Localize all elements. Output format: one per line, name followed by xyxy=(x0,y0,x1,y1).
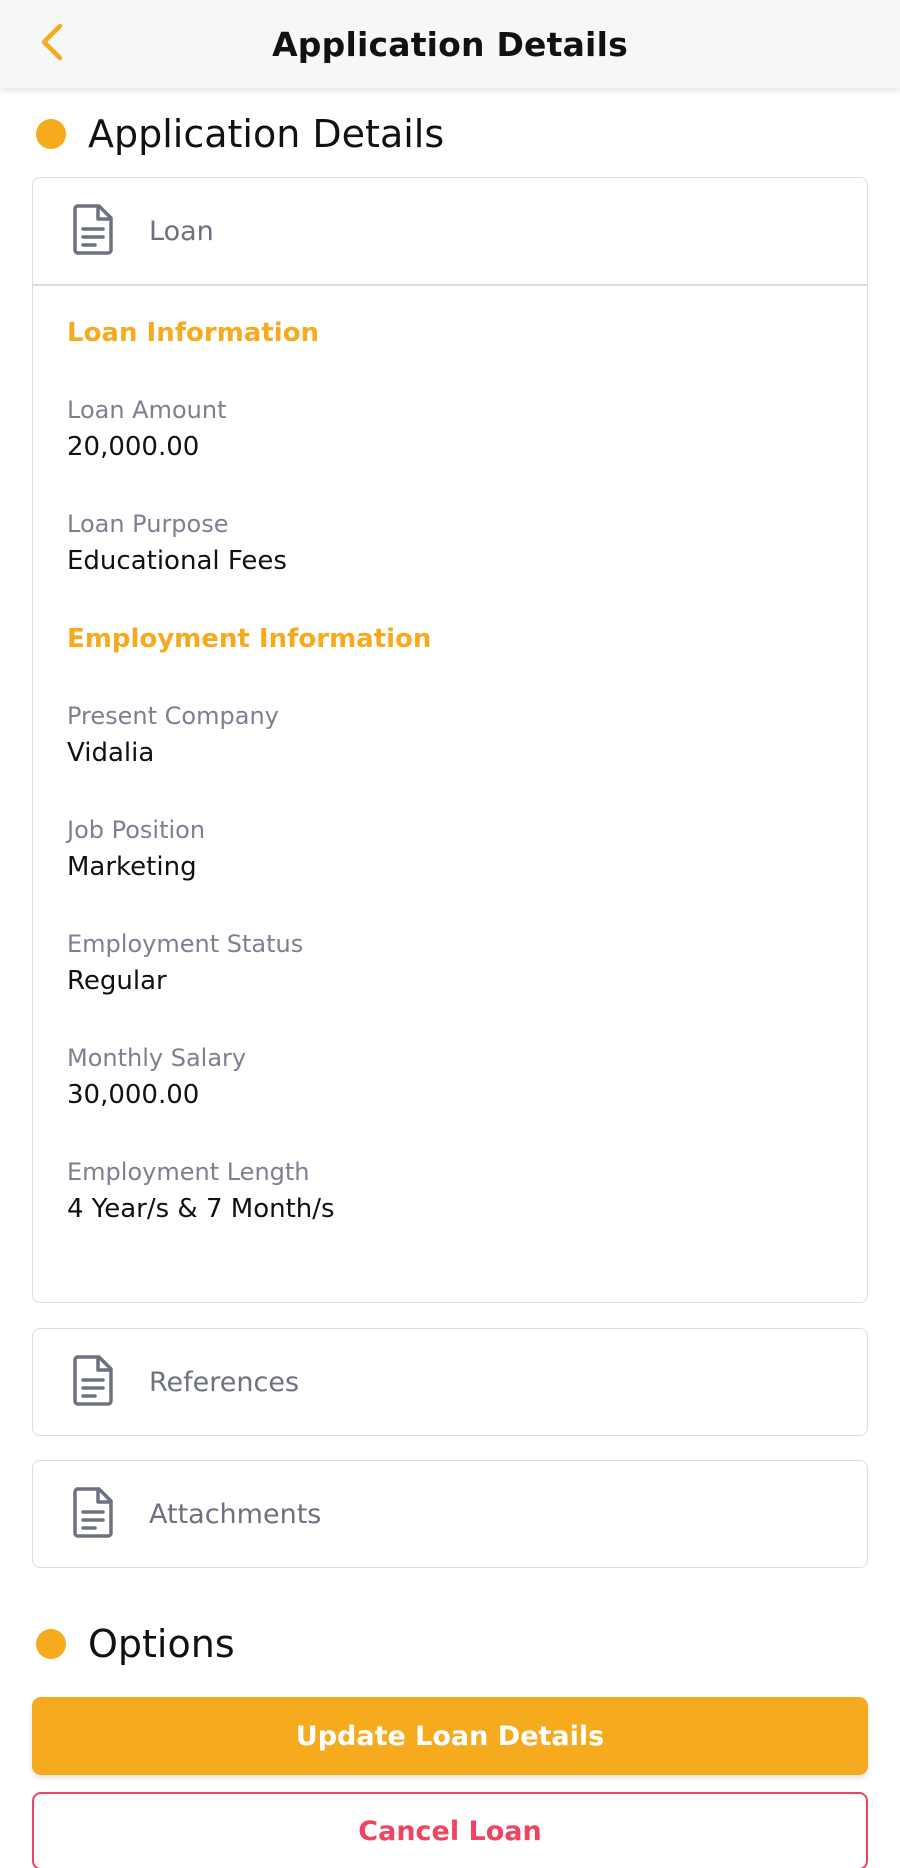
field-value: Educational Fees xyxy=(67,545,287,576)
section-dot-icon xyxy=(36,119,66,149)
field-present-company: Present Company Vidalia xyxy=(67,702,279,768)
field-loan-amount: Loan Amount 20,000.00 xyxy=(67,396,227,462)
attachments-card: Attachments xyxy=(32,1460,868,1568)
field-monthly-salary: Monthly Salary 30,000.00 xyxy=(67,1044,246,1110)
employment-information-title: Employment Information xyxy=(67,623,432,654)
attachments-card-header[interactable]: Attachments xyxy=(33,1461,867,1567)
section-heading-options: Options xyxy=(36,1622,235,1666)
loan-card: Loan Loan Information Loan Amount 20,000… xyxy=(32,177,868,1303)
page-title: Application Details xyxy=(272,24,628,64)
field-value: Regular xyxy=(67,965,167,996)
update-loan-details-button[interactable]: Update Loan Details xyxy=(32,1697,868,1775)
field-employment-length: Employment Length 4 Year/s & 7 Month/s xyxy=(67,1158,335,1224)
field-value: Vidalia xyxy=(67,737,155,768)
top-app-bar: Application Details xyxy=(0,0,900,88)
references-card: References xyxy=(32,1328,868,1436)
loan-information-title: Loan Information xyxy=(67,317,320,348)
loan-card-body: Loan Information Loan Amount 20,000.00 L… xyxy=(33,286,867,1302)
section-heading-application-details: Application Details xyxy=(36,112,444,156)
field-employment-status: Employment Status Regular xyxy=(67,930,303,996)
cancel-loan-button[interactable]: Cancel Loan xyxy=(32,1792,868,1868)
references-card-header[interactable]: References xyxy=(33,1329,867,1435)
document-icon xyxy=(71,1354,115,1410)
field-label: Loan Amount xyxy=(67,395,227,424)
field-value: 30,000.00 xyxy=(67,1079,200,1110)
document-icon xyxy=(71,203,115,259)
field-label: Loan Purpose xyxy=(67,509,229,538)
field-label: Monthly Salary xyxy=(67,1043,247,1072)
field-value: Marketing xyxy=(67,851,197,882)
references-card-label: References xyxy=(149,1366,300,1398)
field-label: Present Company xyxy=(67,701,279,730)
field-job-position: Job Position Marketing xyxy=(67,816,205,882)
section-title: Options xyxy=(88,1622,235,1666)
back-button[interactable] xyxy=(28,20,76,68)
section-dot-icon xyxy=(36,1629,66,1659)
field-label: Employment Status xyxy=(67,929,304,958)
document-icon xyxy=(71,1486,115,1542)
field-value: 4 Year/s & 7 Month/s xyxy=(67,1193,335,1224)
loan-card-label: Loan xyxy=(149,215,214,247)
attachments-card-label: Attachments xyxy=(149,1498,322,1530)
field-label: Employment Length xyxy=(67,1157,310,1186)
chevron-left-icon xyxy=(38,22,66,66)
loan-card-header[interactable]: Loan xyxy=(33,178,867,284)
field-label: Job Position xyxy=(67,815,206,844)
field-value: 20,000.00 xyxy=(67,431,200,462)
section-title: Application Details xyxy=(88,112,445,156)
field-loan-purpose: Loan Purpose Educational Fees xyxy=(67,510,287,576)
